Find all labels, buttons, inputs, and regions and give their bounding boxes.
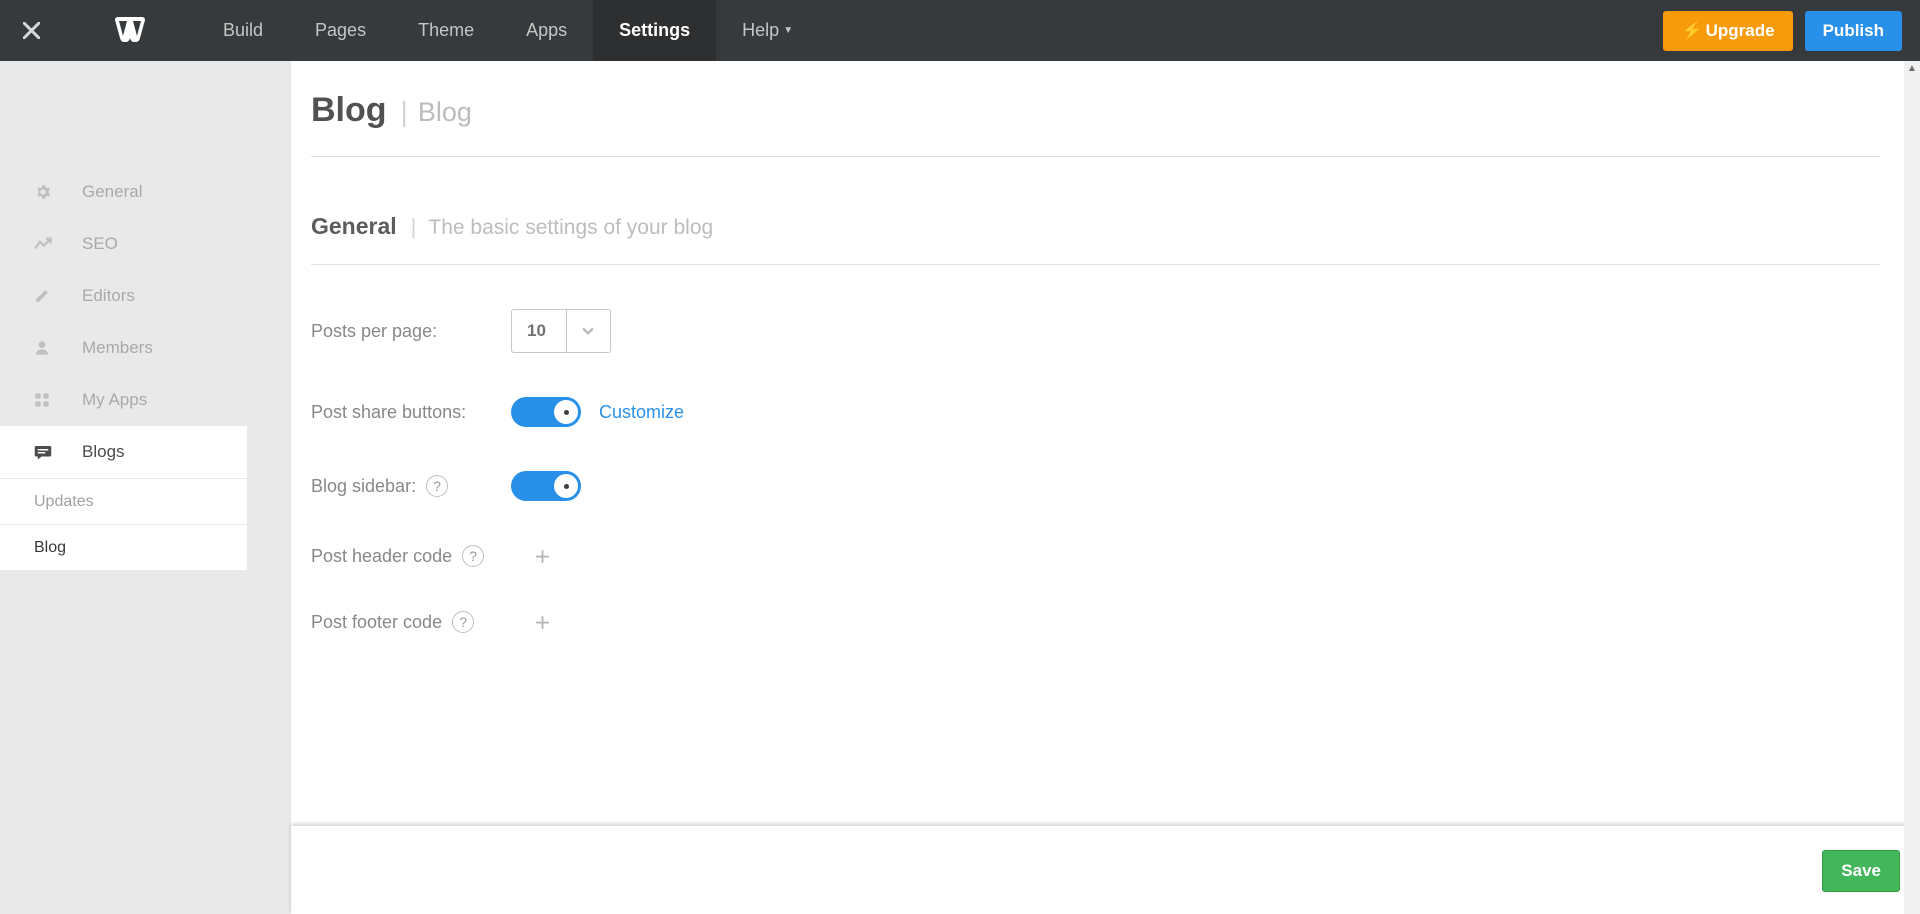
setting-blog-sidebar: Blog sidebar: ? [311,471,1890,501]
section-separator: | [411,214,429,240]
top-nav: Build Pages Theme Apps Settings Help ▼ [197,0,819,61]
section-desc: The basic settings of your blog [428,216,713,240]
sidebar-label: Editors [82,286,135,306]
nav-build[interactable]: Build [197,0,289,61]
sidebar-label: SEO [82,234,118,254]
chevron-down-icon [566,310,610,352]
add-header-code-button[interactable] [535,549,550,564]
section-head: General | The basic settings of your blo… [311,157,1880,265]
scroll-up-arrow-icon: ▲ [1904,61,1920,74]
sidebar-label: Blogs [82,442,125,462]
nav-settings[interactable]: Settings [593,0,716,61]
footer-code-label-text: Post footer code [311,612,442,633]
customize-link[interactable]: Customize [599,402,684,423]
page-head: Blog | Blog [311,61,1880,157]
pencil-icon [34,288,82,304]
toggle-knob [554,400,578,424]
topbar-right: ⚡ Upgrade Publish [1663,11,1920,51]
blog-sidebar-label-text: Blog sidebar: [311,476,416,497]
sidebar-item-blogs[interactable]: Blogs [0,426,247,478]
sidebar-label: Members [82,338,153,358]
close-icon [23,22,40,39]
section-title: General [311,213,411,240]
sidebar-label: General [82,182,142,202]
share-buttons-toggle[interactable] [511,397,581,427]
blog-sidebar-toggle[interactable] [511,471,581,501]
sidebar-sub-blog[interactable]: Blog [0,525,247,571]
body: General SEO Editors Members My Apps Blog… [0,61,1920,914]
page-breadcrumb: Blog [418,97,472,128]
share-buttons-label: Post share buttons: [311,402,511,423]
page-title-text: Blog [311,91,401,130]
add-footer-code-button[interactable] [535,615,550,630]
setting-header-code: Post header code ? [311,545,1890,567]
weebly-logo-icon [113,17,147,45]
publish-button[interactable]: Publish [1805,11,1902,51]
sidebar-item-members[interactable]: Members [0,322,247,374]
help-icon[interactable]: ? [452,611,474,633]
setting-footer-code: Post footer code ? [311,611,1890,633]
title-separator: | [401,96,418,128]
nav-apps[interactable]: Apps [500,0,593,61]
content: Blog | Blog General | The basic settings… [291,61,1920,914]
save-bar: Save [291,826,1920,914]
page-title: Blog | Blog [311,91,1880,130]
trend-icon [34,237,82,251]
save-button[interactable]: Save [1822,850,1900,892]
setting-posts-per-page: Posts per page: 10 [311,309,1890,353]
setting-share-buttons: Post share buttons: Customize [311,397,1890,427]
scrollbar[interactable]: ▲ [1904,61,1920,914]
gear-icon [34,183,82,201]
sidebar-label: My Apps [82,390,147,410]
posts-per-page-select[interactable]: 10 [511,309,611,353]
sidebar-sub-updates[interactable]: Updates [0,479,247,525]
header-code-label: Post header code ? [311,545,511,567]
nav-theme[interactable]: Theme [392,0,500,61]
help-icon[interactable]: ? [426,475,448,497]
plus-icon [535,549,550,564]
sidebar-item-seo[interactable]: SEO [0,218,247,270]
chat-icon [34,444,82,460]
nav-pages[interactable]: Pages [289,0,392,61]
main: Blog | Blog General | The basic settings… [247,61,1920,914]
upgrade-label: Upgrade [1706,21,1775,41]
nav-help[interactable]: Help ▼ [716,0,819,61]
sidebar-item-editors[interactable]: Editors [0,270,247,322]
person-icon [34,339,82,357]
nav-help-label: Help [742,20,779,41]
plus-icon [535,615,550,630]
footer-code-label: Post footer code ? [311,611,511,633]
close-button[interactable] [0,22,62,39]
posts-per-page-label: Posts per page: [311,321,511,342]
topbar-left [0,17,197,45]
header-code-label-text: Post header code [311,546,452,567]
sidebar: General SEO Editors Members My Apps Blog… [0,61,247,914]
apps-icon [34,392,82,408]
posts-per-page-value: 10 [512,310,566,352]
sidebar-item-myapps[interactable]: My Apps [0,374,247,426]
logo[interactable] [62,17,197,45]
top-bar: Build Pages Theme Apps Settings Help ▼ ⚡… [0,0,1920,61]
bolt-icon: ⚡ [1681,21,1702,41]
help-icon[interactable]: ? [462,545,484,567]
upgrade-button[interactable]: ⚡ Upgrade [1663,11,1792,51]
blog-sidebar-label: Blog sidebar: ? [311,475,511,497]
sidebar-sublist: Updates Blog [0,478,247,571]
chevron-down-icon: ▼ [783,25,793,36]
sidebar-item-general[interactable]: General [0,166,247,218]
toggle-knob [554,474,578,498]
